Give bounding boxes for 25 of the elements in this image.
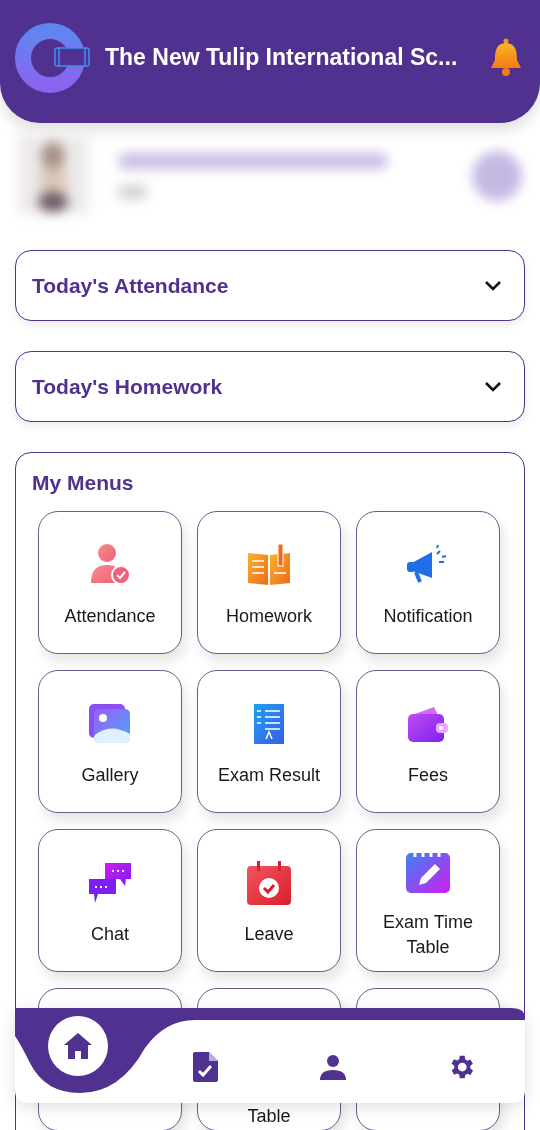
- menu-tile[interactable]: Exam Result: [197, 670, 341, 813]
- checklist-icon: [254, 704, 284, 744]
- chevron-icon: [484, 380, 502, 393]
- school-name: The New Tulip International Sc...: [105, 44, 459, 71]
- bell-icon[interactable]: [490, 37, 522, 78]
- menu-tile[interactable]: Homework: [197, 511, 341, 654]
- menu-tile[interactable]: Fees: [356, 670, 500, 813]
- menu-tile[interactable]: Notification: [356, 511, 500, 654]
- book-pencil-icon: [246, 543, 292, 587]
- menu-tile[interactable]: Chat: [38, 829, 182, 972]
- image-icon: [89, 704, 131, 744]
- accordion-header[interactable]: Today's Homework: [15, 351, 525, 422]
- accordion-header[interactable]: Today's Attendance: [15, 250, 525, 321]
- menu-tile[interactable]: Attendance: [38, 511, 182, 654]
- blurred-avatar: [472, 150, 522, 201]
- calendar-check-icon: [247, 861, 291, 905]
- section-title: My Menus: [32, 471, 135, 495]
- menu-tile[interactable]: Exam Time Table: [356, 829, 500, 972]
- chevron-icon: [484, 279, 502, 292]
- blurred-detail: [118, 184, 148, 199]
- person-icon: [320, 1054, 346, 1080]
- menu-tile[interactable]: Leave: [197, 829, 341, 972]
- home-icon: [64, 1033, 92, 1059]
- wallet-icon: [408, 705, 448, 743]
- menu-tile[interactable]: Gallery: [38, 670, 182, 813]
